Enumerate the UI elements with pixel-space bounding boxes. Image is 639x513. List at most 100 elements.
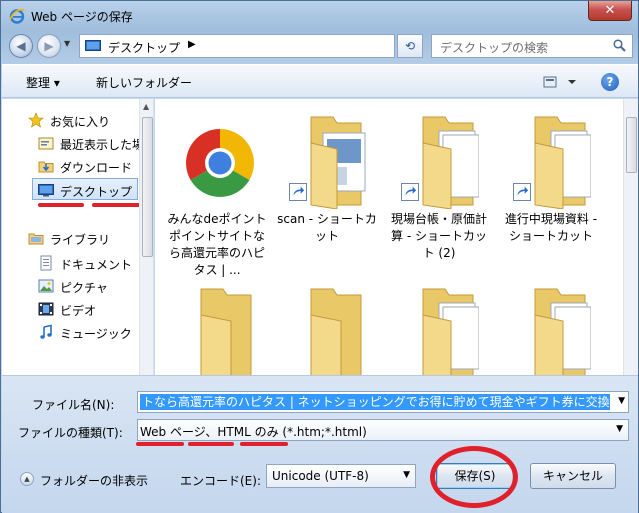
annotation-circle (430, 446, 518, 508)
chevron-down-icon[interactable]: ▼ (618, 396, 625, 406)
desktop-icon (38, 184, 54, 197)
search-icon (613, 39, 626, 52)
sidebar-item-label: ミュージック (60, 327, 132, 341)
close-button[interactable]: ✕ (588, 1, 632, 21)
filetype-value: Web ページ、HTML のみ (*.htm;*.html) (140, 425, 367, 439)
scroll-up-icon[interactable]: ▲ (143, 102, 149, 111)
annotation-underline (136, 442, 184, 446)
search-input[interactable]: デスクトップの検索 (440, 39, 548, 56)
chevron-up-icon: ▲ (20, 472, 34, 486)
chevron-down-icon[interactable]: ▼ (403, 470, 410, 480)
file-list-scrollbar[interactable] (623, 99, 638, 375)
sidebar-item-label: ライブラリ (50, 233, 111, 247)
encoding-select[interactable]: Unicode (UTF-8) ▼ (266, 464, 416, 488)
filename-input[interactable]: トなら高還元率のハピタス | ネットショッピングでお得に貯めて現金やギフト券に交… (137, 391, 629, 413)
filetype-label: ファイルの種類(T): (18, 426, 123, 440)
file-item[interactable] (499, 277, 603, 375)
command-toolbar: 整理 ▾ 新しいフォルダー ? (2, 64, 638, 98)
recent-locations-dropdown[interactable]: ▼ (64, 39, 70, 48)
new-folder-button[interactable]: 新しいフォルダー (96, 74, 192, 91)
view-options-icon[interactable] (542, 74, 578, 90)
encoding-label: エンコード(E): (180, 474, 261, 488)
pictures-icon (38, 279, 54, 293)
videos-icon (38, 302, 54, 316)
library-icon (28, 233, 44, 245)
forward-arrow-icon: ▶ (44, 39, 54, 53)
folder-icon (200, 288, 252, 375)
sidebar-item-videos[interactable]: ビデオ (2, 298, 139, 320)
sidebar-item-label: ビデオ (60, 304, 97, 318)
breadcrumb-desktop[interactable]: デスクトップ (108, 39, 180, 56)
file-item[interactable]: 進行中現場資料 - ショートカット (499, 105, 603, 277)
annotation-underline (38, 203, 84, 207)
desktop-icon (85, 40, 101, 51)
annotation-underline (92, 203, 140, 207)
shortcut-arrow-icon (513, 183, 531, 201)
file-name: 進行中現場資料 - ショートカット (504, 212, 598, 243)
annotation-underline (188, 442, 234, 446)
forward-button[interactable]: ▶ (37, 34, 61, 58)
folder-icon (422, 288, 479, 375)
filename-label: ファイル名(N): (32, 398, 115, 412)
save-dialog: Web ページの保存 ✕ ◀ ▶ ▼ デスクトップ ▶ ⟲ デスクトップの検索 (0, 0, 639, 513)
organize-button[interactable]: 整理 ▾ (26, 74, 60, 91)
sidebar-item-desktop[interactable]: デスクトップ (32, 178, 138, 200)
documents-icon (40, 255, 52, 271)
sidebar-item-favorites[interactable]: お気に入り (2, 109, 139, 131)
scrollbar-thumb[interactable] (626, 117, 637, 173)
help-icon: ? (606, 75, 614, 89)
sidebar-item-label: ダウンロード (60, 161, 133, 175)
filetype-select[interactable]: Web ページ、HTML のみ (*.htm;*.html) ▼ (137, 419, 629, 441)
sidebar-item-recent[interactable]: 最近表示した場 (2, 132, 144, 154)
sidebar-item-pictures[interactable]: ピクチャ (2, 275, 139, 297)
navigation-pane-scrollbar[interactable]: ▲ (139, 99, 153, 375)
sidebar-item-music[interactable]: ミュージック (2, 321, 139, 343)
file-name: scan - ショートカット (277, 212, 377, 243)
shortcut-arrow-icon (401, 183, 419, 201)
file-item[interactable] (275, 277, 379, 375)
sidebar-item-label: 最近表示した場 (60, 138, 145, 152)
file-name: みんなdeポイント ポイントサイトなら高還元率のハピタス | ... (167, 212, 267, 277)
back-button[interactable]: ◀ (9, 34, 33, 58)
sidebar-item-label: ピクチャ (60, 281, 108, 295)
refresh-icon: ⟲ (404, 39, 416, 53)
folder-icon (534, 288, 591, 375)
scrollbar-thumb[interactable] (142, 117, 153, 257)
refresh-button[interactable]: ⟲ (397, 34, 423, 58)
file-item[interactable]: みんなdeポイント ポイントサイトなら高還元率のハピタス | ... (165, 105, 269, 277)
address-bar[interactable]: デスクトップ ▶ (79, 34, 395, 58)
chevron-down-icon[interactable]: ▼ (616, 424, 623, 434)
file-item[interactable] (387, 277, 491, 375)
title-bar: Web ページの保存 ✕ (1, 1, 638, 31)
music-icon (40, 324, 52, 339)
star-icon (28, 112, 44, 128)
shortcut-arrow-icon (289, 183, 307, 201)
cancel-button[interactable]: キャンセル (530, 463, 616, 489)
ie-icon (9, 8, 25, 24)
file-item[interactable] (165, 277, 269, 375)
back-arrow-icon: ◀ (16, 39, 26, 53)
window-title: Web ページの保存 (31, 10, 133, 24)
search-box[interactable]: デスクトップの検索 (431, 34, 633, 58)
save-form: ファイル名(N): トなら高還元率のハピタス | ネットショッピングでお得に貯め… (2, 375, 638, 513)
sidebar-item-label: お気に入り (50, 115, 111, 129)
hide-folders-label[interactable]: フォルダーの非表示 (40, 472, 148, 489)
annotation-underline (240, 442, 288, 446)
sidebar-item-label: ドキュメント (60, 258, 133, 272)
help-button[interactable]: ? (601, 73, 619, 91)
encoding-value: Unicode (UTF-8) (272, 469, 369, 483)
file-list: みんなdeポイント ポイントサイトなら高還元率のハピタス | ... scan … (155, 99, 623, 375)
sidebar-item-libraries[interactable]: ライブラリ (2, 227, 139, 249)
file-item[interactable]: 現場台帳・原価計算 - ショートカット (2) (387, 105, 491, 277)
sidebar-item-label: デスクトップ (60, 185, 133, 199)
navigation-bar: ◀ ▶ ▼ デスクトップ ▶ ⟲ デスクトップの検索 (1, 31, 638, 63)
chrome-icon (186, 129, 254, 197)
downloads-folder-icon (38, 161, 54, 173)
sidebar-item-documents[interactable]: ドキュメント (2, 252, 139, 274)
filename-value[interactable]: トなら高還元率のハピタス | ネットショッピングでお得に貯めて現金やギフト券に交… (140, 394, 610, 410)
file-item[interactable]: scan - ショートカット (275, 105, 379, 277)
sidebar-item-downloads[interactable]: ダウンロード (2, 155, 139, 177)
breadcrumb-chevron-icon[interactable]: ▶ (188, 39, 196, 50)
file-name: 現場台帳・原価計算 - ショートカット (2) (390, 212, 487, 260)
folder-icon (310, 288, 362, 375)
